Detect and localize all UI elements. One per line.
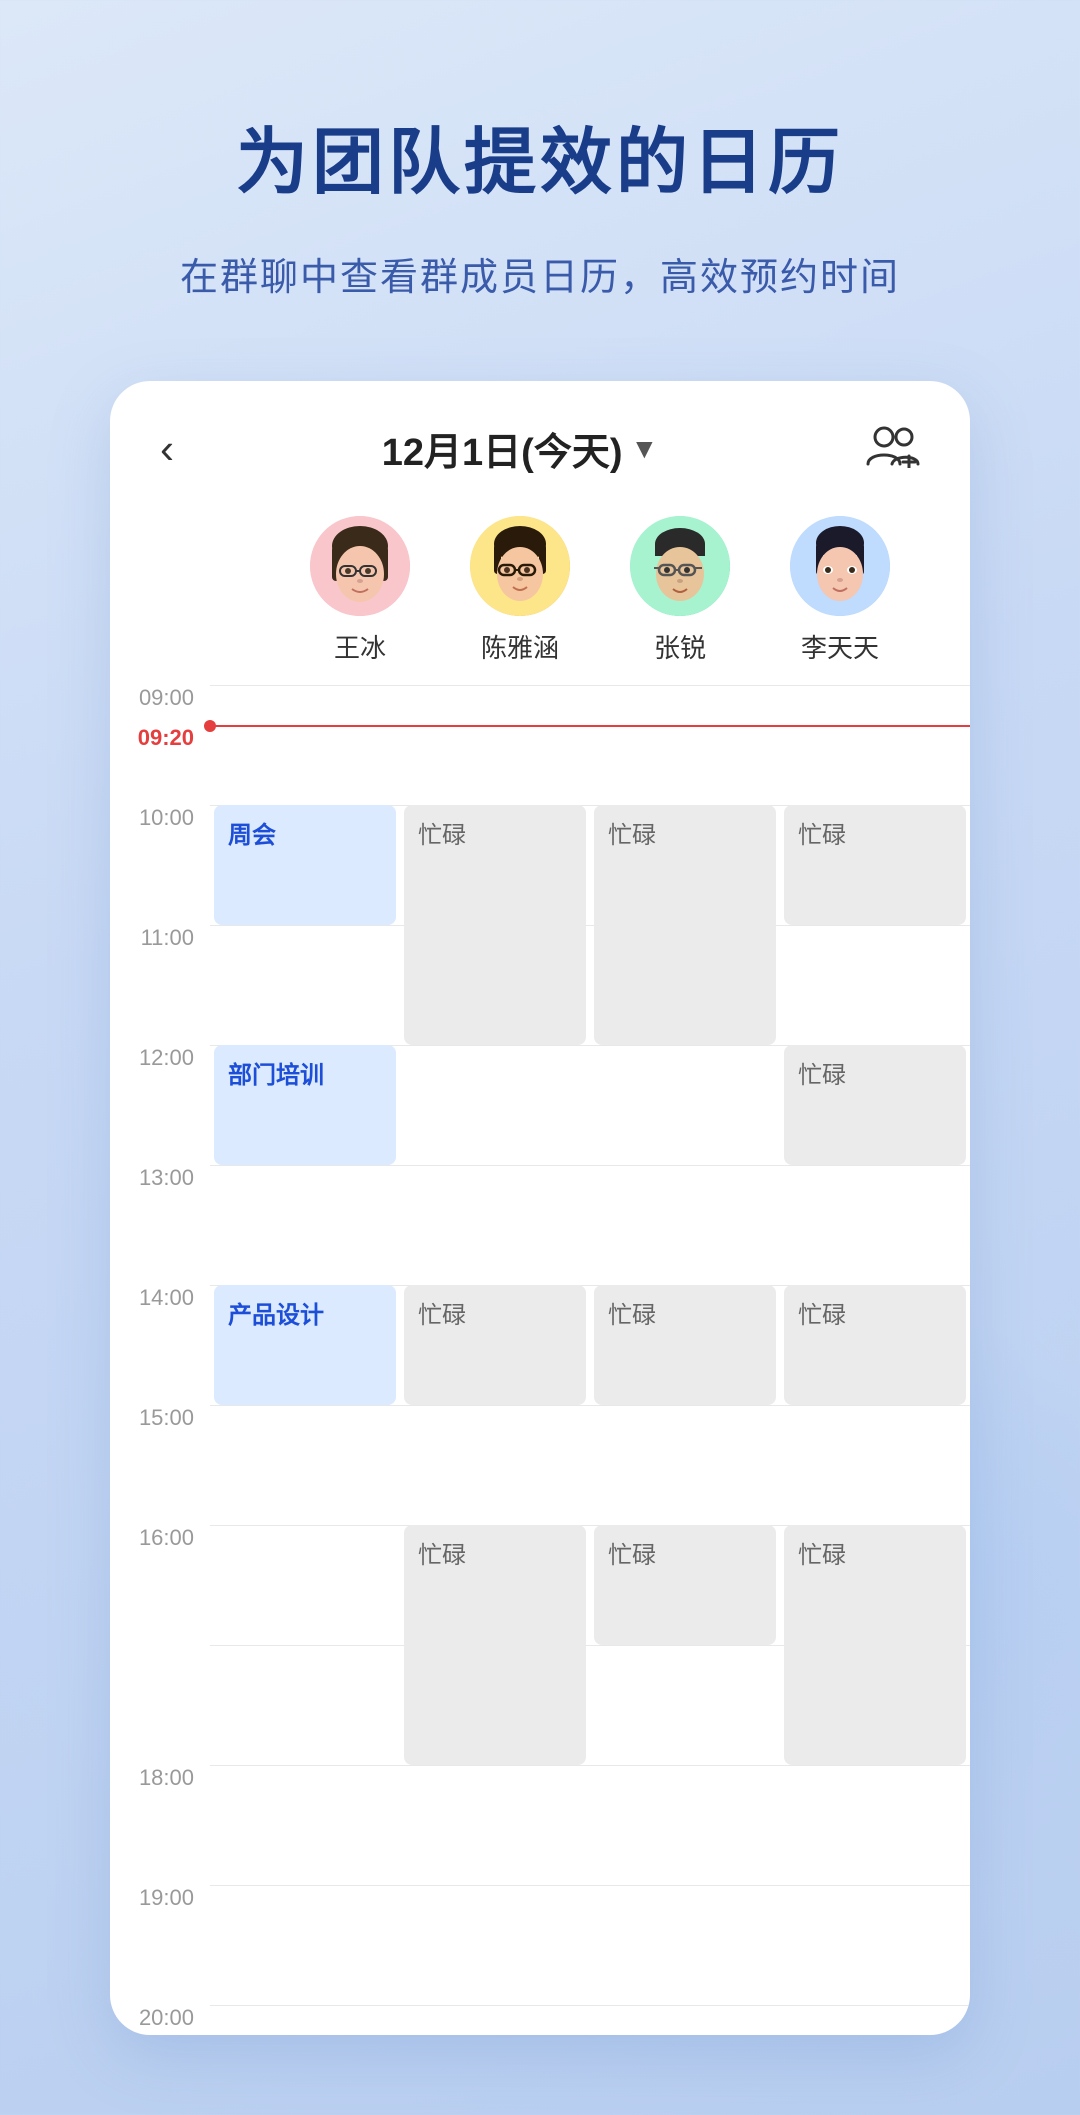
- current-time-label: 09:20: [138, 725, 194, 751]
- hour-line: [210, 2005, 970, 2006]
- avatar: [310, 516, 410, 616]
- time-column: 09:00 09:20 10:00 11:00 12:00 13:00 14:0…: [110, 685, 210, 2005]
- event-block[interactable]: 忙碌: [404, 1285, 586, 1405]
- event-block[interactable]: 忙碌: [784, 1045, 966, 1165]
- event-block[interactable]: 周会: [214, 805, 396, 925]
- event-block[interactable]: 忙碌: [784, 805, 966, 925]
- time-label: 16:00: [139, 1525, 194, 1551]
- event-columns: 周会 部门培训 产品设计 忙碌 忙碌 忙碌: [210, 685, 970, 2005]
- calendar-grid: 09:00 09:20 10:00 11:00 12:00 13:00 14:0…: [110, 685, 970, 2035]
- time-label: 14:00: [139, 1285, 194, 1311]
- chevron-down-icon[interactable]: ▼: [631, 433, 659, 465]
- calendar-card: ‹ 12月1日(今天) ▼: [110, 381, 970, 2035]
- event-block[interactable]: 忙碌: [784, 1285, 966, 1405]
- avatar: [790, 516, 890, 616]
- avatars-row: 王冰: [110, 496, 970, 675]
- event-col-2: 忙碌 忙碌 忙碌: [590, 685, 780, 2005]
- avatar: [470, 516, 570, 616]
- hero-title: 为团队提效的日历: [236, 120, 844, 206]
- event-col-3: 忙碌 忙碌 忙碌 忙碌: [780, 685, 970, 2005]
- event-block[interactable]: 忙碌: [404, 805, 586, 1045]
- time-label: 10:00: [139, 805, 194, 831]
- event-block[interactable]: 部门培训: [214, 1045, 396, 1165]
- avatar-item[interactable]: 王冰: [280, 516, 440, 665]
- event-block[interactable]: 忙碌: [594, 1525, 776, 1645]
- avatar-name-3: 张锐: [654, 628, 706, 665]
- event-block[interactable]: 忙碌: [594, 1285, 776, 1405]
- avatar-name-4: 李天天: [801, 628, 879, 665]
- avatar-item[interactable]: 陈雅涵: [440, 516, 600, 665]
- avatar-item[interactable]: 李天天: [760, 516, 920, 665]
- event-block[interactable]: 忙碌: [784, 1525, 966, 1765]
- card-header: ‹ 12月1日(今天) ▼: [110, 381, 970, 496]
- avatar: [630, 516, 730, 616]
- current-time-line: [210, 725, 970, 727]
- time-label: 20:00: [139, 2005, 194, 2031]
- event-block[interactable]: 产品设计: [214, 1285, 396, 1405]
- event-block[interactable]: 忙碌: [404, 1525, 586, 1765]
- time-label: 15:00: [139, 1405, 194, 1431]
- group-icon[interactable]: [866, 424, 920, 473]
- time-label: 19:00: [139, 1885, 194, 1911]
- hero-subtitle: 在群聊中查看群成员日历，高效预约时间: [180, 246, 900, 301]
- date-title: 12月1日(今天) ▼: [382, 421, 658, 476]
- date-label: 12月1日(今天): [382, 421, 623, 476]
- event-col-0: 周会 部门培训 产品设计: [210, 685, 400, 2005]
- back-button[interactable]: ‹: [160, 428, 174, 470]
- avatar-name-2: 陈雅涵: [481, 628, 559, 665]
- time-label: 13:00: [139, 1165, 194, 1191]
- event-block[interactable]: 忙碌: [594, 805, 776, 1045]
- avatar-name-1: 王冰: [334, 628, 386, 665]
- time-label: 11:00: [141, 925, 194, 951]
- time-label: 12:00: [139, 1045, 194, 1071]
- avatar-item[interactable]: 张锐: [600, 516, 760, 665]
- time-label: 18:00: [139, 1765, 194, 1791]
- events-area: 周会 部门培训 产品设计 忙碌 忙碌 忙碌: [210, 685, 970, 2005]
- time-label: 09:00: [139, 685, 194, 711]
- event-col-1: 忙碌 忙碌 忙碌: [400, 685, 590, 2005]
